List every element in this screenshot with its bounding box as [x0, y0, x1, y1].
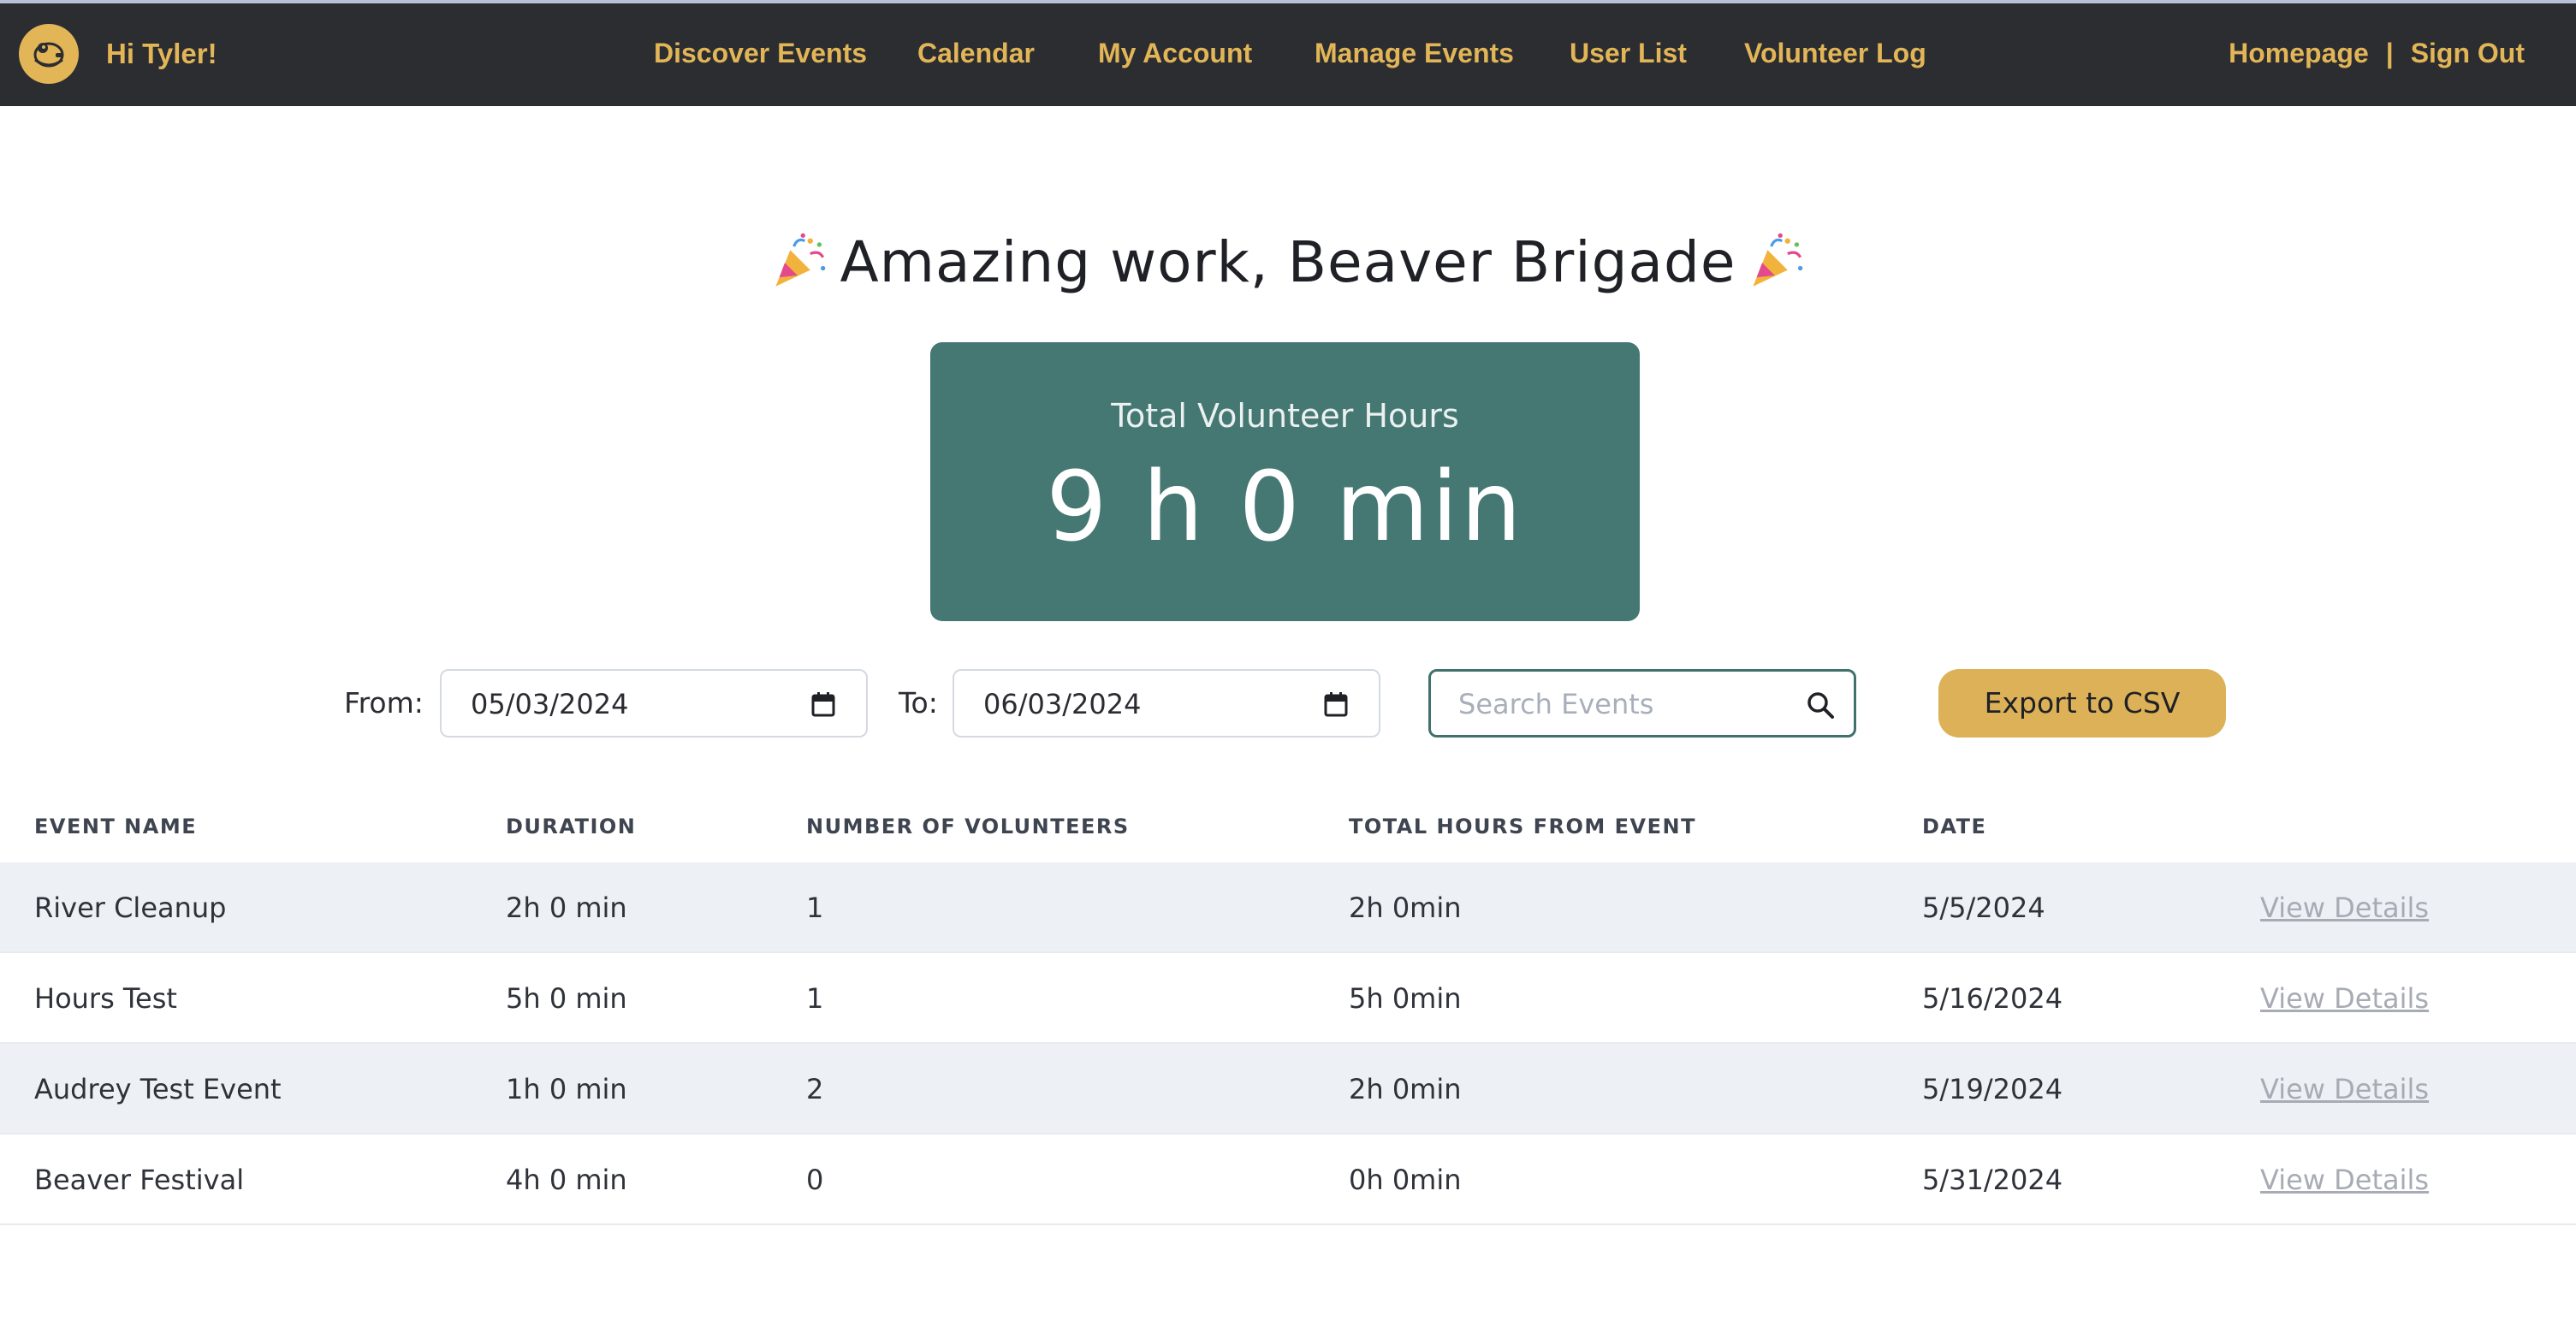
cell-total-hours: 0h 0min	[1349, 1164, 1462, 1196]
from-label: From:	[344, 686, 424, 720]
search-icon[interactable]	[1806, 690, 1835, 720]
cell-event-name: River Cleanup	[34, 892, 227, 924]
total-hours-label: Total Volunteer Hours	[1111, 397, 1459, 435]
cell-date: 5/16/2024	[1922, 982, 2063, 1015]
beaver-logo-icon[interactable]	[19, 24, 79, 84]
export-csv-button[interactable]: Export to CSV	[1938, 669, 2226, 738]
total-hours-card: Total Volunteer Hours 9 h 0 min	[930, 342, 1640, 621]
cell-duration: 1h 0 min	[506, 1073, 627, 1105]
cell-total-hours: 5h 0min	[1349, 982, 1462, 1015]
nav-user-list[interactable]: User List	[1570, 38, 1687, 69]
view-details-link[interactable]: View Details	[2260, 1073, 2429, 1105]
cell-event-name: Hours Test	[34, 982, 177, 1015]
nav-manage-events[interactable]: Manage Events	[1315, 38, 1514, 69]
to-date-input[interactable]: 06/03/2024	[953, 669, 1380, 738]
cell-event-name: Audrey Test Event	[34, 1073, 282, 1105]
table-row: Beaver Festival 4h 0 min 0 0h 0min 5/31/…	[0, 1135, 2576, 1225]
party-popper-icon	[775, 233, 825, 287]
cell-event-name: Beaver Festival	[34, 1164, 245, 1196]
homepage-link[interactable]: Homepage	[2229, 38, 2369, 68]
column-header-duration: DURATION	[506, 815, 637, 838]
table-row: Audrey Test Event 1h 0 min 2 2h 0min 5/1…	[0, 1044, 2576, 1135]
column-header-volunteers: NUMBER OF VOLUNTEERS	[806, 815, 1130, 838]
cell-volunteers: 1	[806, 892, 824, 924]
cell-total-hours: 2h 0min	[1349, 1073, 1462, 1105]
nav-right: Homepage | Sign Out	[2229, 38, 2525, 69]
to-label: To:	[899, 686, 938, 720]
sign-out-link[interactable]: Sign Out	[2411, 38, 2525, 68]
nav-calendar[interactable]: Calendar	[917, 38, 1035, 69]
cell-volunteers: 1	[806, 982, 824, 1015]
calendar-icon[interactable]	[1324, 691, 1348, 717]
from-date-input[interactable]: 05/03/2024	[440, 669, 868, 738]
nav-my-account[interactable]: My Account	[1098, 38, 1252, 69]
cell-volunteers: 2	[806, 1073, 824, 1105]
view-details-link[interactable]: View Details	[2260, 1164, 2429, 1196]
from-date-value: 05/03/2024	[471, 688, 629, 720]
cell-date: 5/31/2024	[1922, 1164, 2063, 1196]
column-header-date: DATE	[1922, 815, 1987, 838]
nav-separator: |	[2385, 38, 2394, 68]
total-hours-value: 9 h 0 min	[1046, 452, 1524, 563]
user-greeting: Hi Tyler!	[106, 38, 217, 69]
party-popper-icon	[1753, 233, 1803, 287]
cell-duration: 4h 0 min	[506, 1164, 627, 1196]
view-details-link[interactable]: View Details	[2260, 892, 2429, 924]
cell-volunteers: 0	[806, 1164, 824, 1196]
column-header-total-hours: TOTAL HOURS FROM EVENT	[1349, 815, 1696, 838]
cell-duration: 2h 0 min	[506, 892, 627, 924]
calendar-icon[interactable]	[811, 691, 835, 717]
search-events-input[interactable]: Search Events	[1428, 669, 1856, 738]
nav-volunteer-log[interactable]: Volunteer Log	[1744, 38, 1926, 69]
cell-total-hours: 2h 0min	[1349, 892, 1462, 924]
view-details-link[interactable]: View Details	[2260, 982, 2429, 1015]
to-date-value: 06/03/2024	[983, 688, 1142, 720]
cell-duration: 5h 0 min	[506, 982, 627, 1015]
column-header-event-name: EVENT NAME	[34, 815, 198, 838]
heading-text: Amazing work, Beaver Brigade	[840, 229, 1736, 295]
nav-discover-events[interactable]: Discover Events	[654, 38, 867, 69]
cell-date: 5/5/2024	[1922, 892, 2045, 924]
table-row: River Cleanup 2h 0 min 1 2h 0min 5/5/202…	[0, 862, 2576, 953]
cell-date: 5/19/2024	[1922, 1073, 2063, 1105]
navbar: Hi Tyler! Discover Events Calendar My Ac…	[0, 3, 2576, 106]
table-row: Hours Test 5h 0 min 1 5h 0min 5/16/2024 …	[0, 953, 2576, 1044]
search-placeholder: Search Events	[1458, 688, 1654, 720]
page-heading: Amazing work, Beaver Brigade	[0, 229, 2576, 295]
